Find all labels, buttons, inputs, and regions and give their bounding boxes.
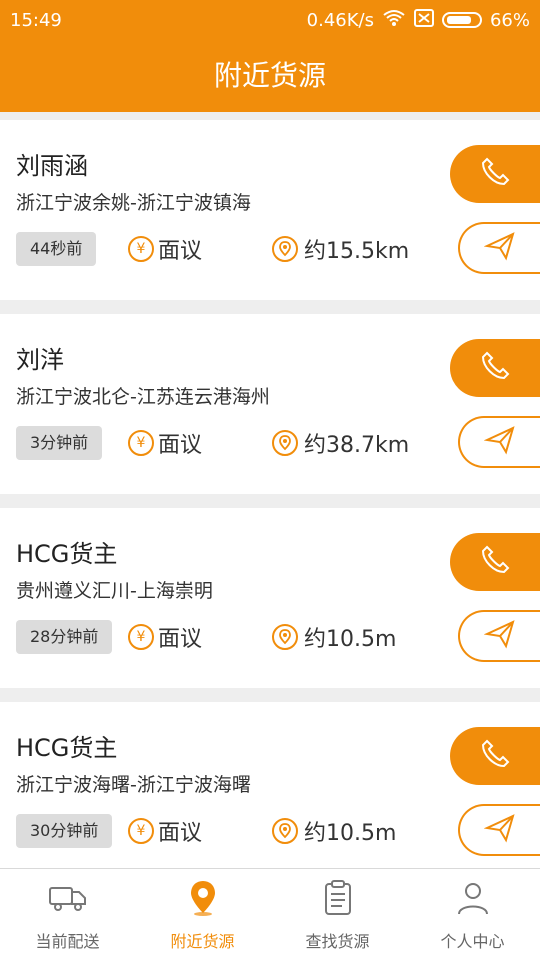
- network-speed: 0.46K/s: [306, 9, 374, 31]
- cargo-card[interactable]: 刘雨涵 浙江宁波余姚-浙江宁波镇海 44秒前 ¥ 面议 约15.5km: [0, 120, 540, 300]
- message-button[interactable]: [458, 222, 540, 274]
- cargo-card[interactable]: 刘洋 浙江宁波北仑-江苏连云港海州 3分钟前 ¥ 面议 约38.7km: [0, 314, 540, 494]
- send-icon: [483, 424, 516, 460]
- distance-text: 约38.7km: [304, 433, 410, 458]
- yen-icon: ¥: [128, 818, 154, 844]
- phone-icon: [478, 155, 512, 193]
- price-text: 面议: [158, 239, 203, 264]
- time-badge: 3分钟前: [16, 426, 103, 460]
- distance-text: 约10.5m: [304, 627, 397, 652]
- shipper-name: 刘洋: [16, 346, 64, 374]
- page-title: 附近货源: [213, 59, 326, 92]
- phone-icon: [478, 737, 512, 775]
- send-icon: [483, 230, 516, 266]
- tab-find-cargo[interactable]: 查找货源: [270, 878, 405, 952]
- time-badge: 30分钟前: [16, 814, 113, 848]
- status-bar: 15:49 0.46K/s 66%: [0, 0, 540, 40]
- clipboard-icon: [318, 878, 358, 922]
- battery-icon: [441, 12, 482, 28]
- message-button[interactable]: [458, 416, 540, 468]
- price-text: 面议: [158, 433, 203, 458]
- distance-info: 约38.7km: [272, 426, 409, 460]
- route-text: 浙江宁波余姚-浙江宁波镇海: [16, 192, 251, 214]
- price-text: 面议: [158, 627, 203, 652]
- distance-info: 约10.5m: [272, 814, 396, 848]
- distance-text: 约10.5m: [304, 821, 397, 846]
- send-icon: [483, 618, 516, 654]
- location-pin-icon: [272, 624, 298, 650]
- cargo-list: 刘雨涵 浙江宁波余姚-浙江宁波镇海 44秒前 ¥ 面议 约15.5km 刘洋 浙…: [0, 120, 540, 896]
- shipper-name: 刘雨涵: [16, 152, 88, 180]
- status-right: 0.46K/s 66%: [306, 8, 530, 32]
- route-text: 浙江宁波北仑-江苏连云港海州: [16, 386, 270, 408]
- location-pin-icon: [272, 430, 298, 456]
- wifi-icon: [382, 9, 406, 32]
- location-pin-icon: [183, 878, 223, 922]
- tab-label: 查找货源: [305, 931, 370, 951]
- tab-profile[interactable]: 个人中心: [405, 878, 540, 952]
- bottom-tabbar: 当前配送 附近货源 查找货源 个人中心: [0, 868, 540, 960]
- call-button[interactable]: [450, 533, 540, 591]
- yen-icon: ¥: [128, 236, 154, 262]
- route-text: 浙江宁波海曙-浙江宁波海曙: [16, 774, 251, 796]
- app-root: 15:49 0.46K/s 66% 附近货源 刘雨涵 浙江宁波余姚-浙江宁波镇海…: [0, 0, 540, 960]
- distance-info: 约15.5km: [272, 232, 409, 266]
- cargo-card[interactable]: HCG货主 贵州遵义汇川-上海崇明 28分钟前 ¥ 面议 约10.5m: [0, 508, 540, 688]
- status-time: 15:49: [10, 9, 62, 31]
- no-sim-icon: [413, 8, 434, 32]
- shipper-name: HCG货主: [16, 734, 118, 762]
- truck-icon: [48, 878, 88, 922]
- send-icon: [483, 812, 516, 848]
- user-icon: [453, 878, 493, 922]
- cargo-card[interactable]: HCG货主 浙江宁波海曙-浙江宁波海曙 30分钟前 ¥ 面议 约10.5m: [0, 702, 540, 882]
- top-header: 15:49 0.46K/s 66% 附近货源: [0, 0, 540, 112]
- distance-text: 约15.5km: [304, 239, 410, 264]
- shipper-name: HCG货主: [16, 540, 118, 568]
- distance-info: 约10.5m: [272, 620, 396, 654]
- tab-label: 当前配送: [35, 931, 100, 951]
- battery-level: 66%: [489, 9, 530, 31]
- time-badge: 28分钟前: [16, 620, 113, 654]
- tab-current-delivery[interactable]: 当前配送: [0, 878, 135, 952]
- tab-nearby-cargo[interactable]: 附近货源: [135, 878, 270, 952]
- message-button[interactable]: [458, 804, 540, 856]
- route-text: 贵州遵义汇川-上海崇明: [16, 580, 213, 602]
- location-pin-icon: [272, 236, 298, 262]
- price-info: ¥ 面议: [128, 232, 202, 266]
- yen-icon: ¥: [128, 430, 154, 456]
- price-info: ¥ 面议: [128, 814, 202, 848]
- call-button[interactable]: [450, 727, 540, 785]
- time-badge: 44秒前: [16, 232, 97, 266]
- tab-label: 个人中心: [440, 931, 505, 951]
- phone-icon: [478, 349, 512, 387]
- price-text: 面议: [158, 821, 203, 846]
- phone-icon: [478, 543, 512, 581]
- call-button[interactable]: [450, 145, 540, 203]
- message-button[interactable]: [458, 610, 540, 662]
- call-button[interactable]: [450, 339, 540, 397]
- yen-icon: ¥: [128, 624, 154, 650]
- location-pin-icon: [272, 818, 298, 844]
- price-info: ¥ 面议: [128, 620, 202, 654]
- tab-label: 附近货源: [170, 931, 235, 951]
- price-info: ¥ 面议: [128, 426, 202, 460]
